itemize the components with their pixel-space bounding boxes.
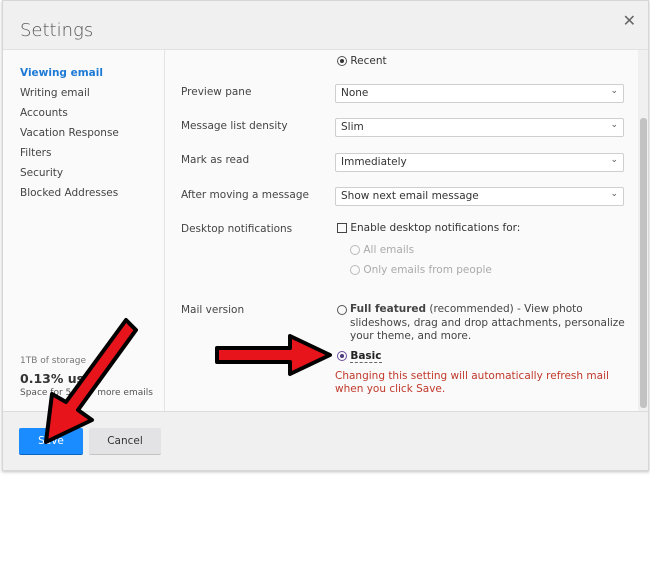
checkbox-icon xyxy=(337,223,347,233)
message-list-density-label: Message list density xyxy=(181,120,288,132)
radio-icon xyxy=(350,245,360,255)
preview-pane-value: None xyxy=(341,87,369,99)
storage-space-suffix: more emails xyxy=(97,388,153,398)
content-scrollbar[interactable] xyxy=(638,50,648,411)
mail-version-label: Mail version xyxy=(181,304,245,316)
mark-as-read-select[interactable]: Immediately ⌄ xyxy=(335,153,624,172)
desktop-notifications-label: Desktop notifications xyxy=(181,223,293,235)
close-icon[interactable]: ✕ xyxy=(623,11,636,30)
settings-nav: Viewing email Writing email Accounts Vac… xyxy=(3,50,165,411)
chevron-down-icon: ⌄ xyxy=(610,189,618,199)
chevron-down-icon: ⌄ xyxy=(610,155,618,165)
full-featured-name: Full featured xyxy=(350,303,427,315)
dialog-title: Settings xyxy=(20,20,94,41)
radio-icon xyxy=(350,265,360,275)
chevron-down-icon: ⌄ xyxy=(610,86,618,96)
message-list-density-select[interactable]: Slim ⌄ xyxy=(335,118,624,137)
nav-item-filters[interactable]: Filters xyxy=(20,147,51,159)
preview-pane-label: Preview pane xyxy=(181,86,252,98)
nav-item-blocked-addresses[interactable]: Blocked Addresses xyxy=(20,187,118,199)
mark-as-read-value: Immediately xyxy=(341,156,407,168)
nav-item-accounts[interactable]: Accounts xyxy=(20,107,68,119)
mark-as-read-label: Mark as read xyxy=(181,154,250,166)
full-featured-option[interactable]: Full featured (recommended) - View photo… xyxy=(350,303,640,344)
nav-item-writing-email[interactable]: Writing email xyxy=(20,87,90,99)
nav-item-vacation-response[interactable]: Vacation Response xyxy=(20,127,119,139)
basic-option[interactable]: Basic xyxy=(337,350,382,363)
storage-space: Space for 5 more emails xyxy=(20,388,153,398)
radio-selected-icon xyxy=(337,56,347,66)
cancel-button[interactable]: Cancel xyxy=(89,428,161,455)
notify-people-only-option[interactable]: Only emails from people xyxy=(350,264,492,276)
settings-dialog: Settings ✕ Viewing email Writing email A… xyxy=(2,0,649,471)
after-moving-select[interactable]: Show next email message ⌄ xyxy=(335,187,624,206)
dialog-footer: Save Cancel xyxy=(3,412,648,470)
scrollbar-thumb[interactable] xyxy=(640,118,647,408)
notify-all-emails-option[interactable]: All emails xyxy=(350,244,414,256)
chevron-down-icon: ⌄ xyxy=(610,120,618,130)
settings-content: Recent Preview pane None ⌄ Message list … xyxy=(165,50,638,411)
save-button[interactable]: Save xyxy=(19,428,83,455)
after-moving-value: Show next email message xyxy=(341,190,479,202)
dialog-header: Settings ✕ xyxy=(3,1,648,50)
nav-item-viewing-email[interactable]: Viewing email xyxy=(20,67,103,79)
notify-all-emails-label: All emails xyxy=(363,244,415,256)
radio-selected-icon xyxy=(337,351,347,361)
desktop-notifications-checkbox-label: Enable desktop notifications for: xyxy=(350,222,521,234)
preview-pane-select[interactable]: None ⌄ xyxy=(335,84,624,103)
basic-label: Basic xyxy=(350,350,382,363)
storage-capacity: 1TB of storage xyxy=(20,356,86,366)
dialog-body: Viewing email Writing email Accounts Vac… xyxy=(3,50,648,412)
notify-people-only-label: Only emails from people xyxy=(363,264,492,276)
full-featured-radio[interactable] xyxy=(337,305,347,315)
after-moving-label: After moving a message xyxy=(181,189,309,201)
desktop-notifications-checkbox[interactable]: Enable desktop notifications for: xyxy=(337,222,520,234)
refresh-warning: Changing this setting will automatically… xyxy=(335,370,609,395)
sort-recent-option[interactable]: Recent xyxy=(337,55,387,67)
storage-used: 0.13% used xyxy=(20,371,102,386)
message-list-density-value: Slim xyxy=(341,121,364,133)
sort-recent-label: Recent xyxy=(350,55,387,67)
nav-item-security[interactable]: Security xyxy=(20,167,63,179)
storage-space-prefix: Space for 5 xyxy=(20,388,72,398)
